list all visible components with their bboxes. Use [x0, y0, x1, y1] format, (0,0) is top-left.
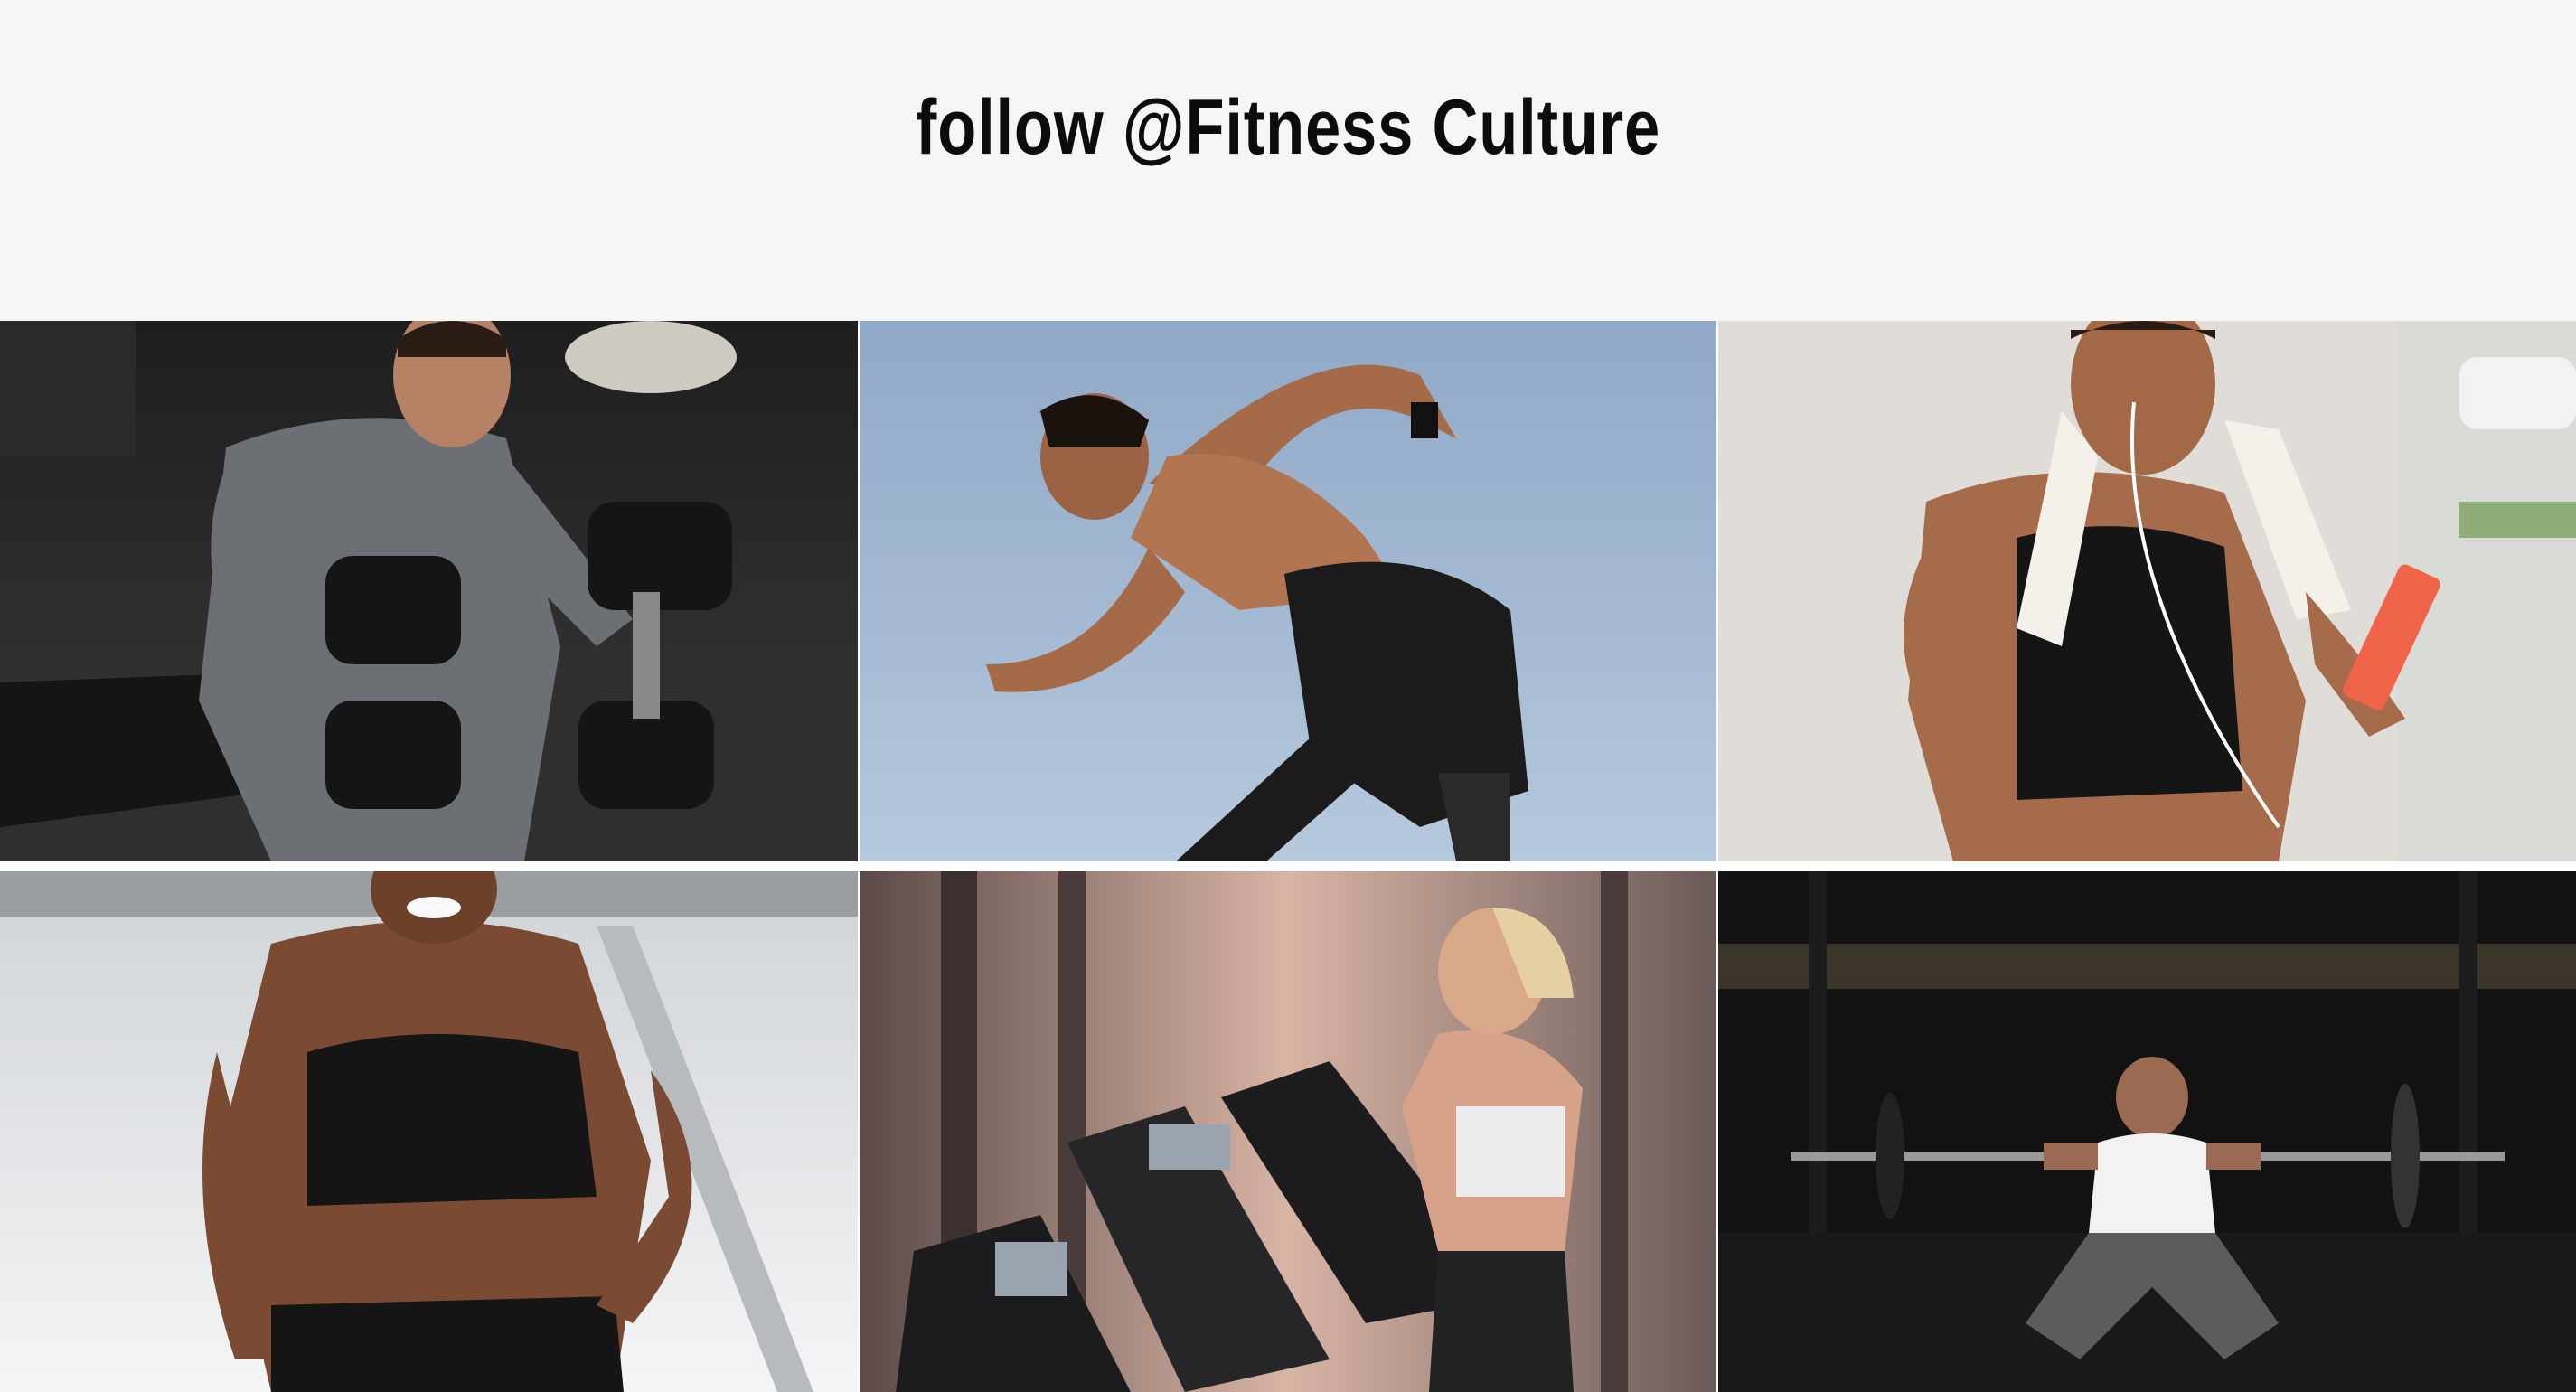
instagram-photo-grid	[0, 321, 2576, 1392]
photo-dumbbell-man	[0, 321, 858, 861]
photo-tile-smiling-runner[interactable]	[0, 871, 858, 1392]
photo-tile-woman-phone[interactable]	[1718, 321, 2576, 861]
photo-tile-barbell-squat[interactable]	[1718, 871, 2576, 1392]
photo-woman-barbell-squat	[1718, 871, 2576, 1392]
photo-woman-phone	[1718, 321, 2576, 861]
photo-tile-sprinter[interactable]	[860, 321, 1716, 861]
page-title: follow @Fitness Culture	[915, 84, 1661, 171]
photo-smiling-woman-runner	[0, 871, 858, 1392]
photo-tile-treadmill[interactable]	[860, 871, 1716, 1392]
photo-sprinting-man	[860, 321, 1716, 861]
header-section: follow @Fitness Culture	[0, 0, 2576, 321]
photo-tile-dumbbell-curl[interactable]	[0, 321, 858, 861]
photo-woman-treadmill	[860, 871, 1716, 1392]
